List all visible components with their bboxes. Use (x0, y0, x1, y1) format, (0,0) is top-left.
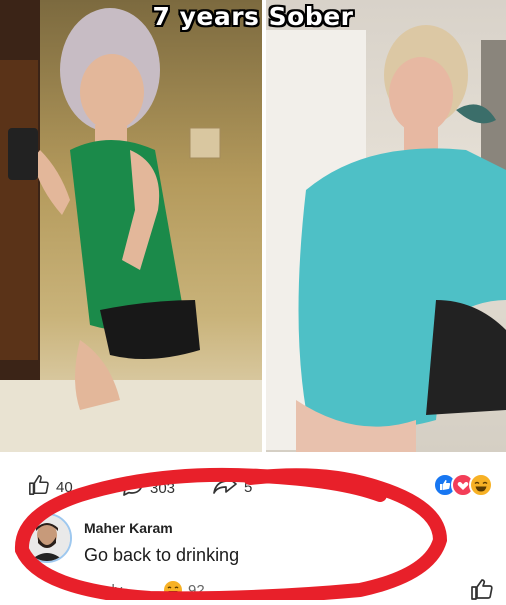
before-photo (0, 0, 262, 452)
reaction-count-value: 92 (188, 581, 205, 599)
reaction-stack[interactable] (432, 472, 494, 498)
comment-stat[interactable]: 303 (120, 474, 175, 502)
comment-count: 303 (150, 479, 176, 497)
comment-reaction-count[interactable]: 92 (163, 580, 205, 600)
photo-collage (0, 0, 506, 452)
like-outline-icon[interactable] (470, 578, 494, 605)
after-photo (266, 0, 506, 452)
avatar[interactable] (22, 513, 72, 563)
reply-button[interactable]: Reply (84, 582, 122, 599)
comment-bubble-icon (120, 474, 144, 502)
like-stat[interactable]: 40 (28, 474, 73, 500)
post-stats-bar: 40 303 5 (0, 458, 506, 510)
thumbs-up-icon (28, 474, 50, 500)
comment-text: Go back to drinking (84, 545, 240, 565)
share-arrow-icon (212, 474, 238, 500)
laughing-emoji-icon (164, 581, 182, 599)
meme-caption: 7 years Sober (152, 2, 354, 31)
reaction-stack-icon (433, 473, 493, 497)
comment-author[interactable]: Maher Karam (84, 520, 173, 536)
like-count: 40 (56, 478, 73, 496)
share-stat[interactable]: 5 (212, 474, 252, 500)
share-count: 5 (244, 478, 253, 496)
